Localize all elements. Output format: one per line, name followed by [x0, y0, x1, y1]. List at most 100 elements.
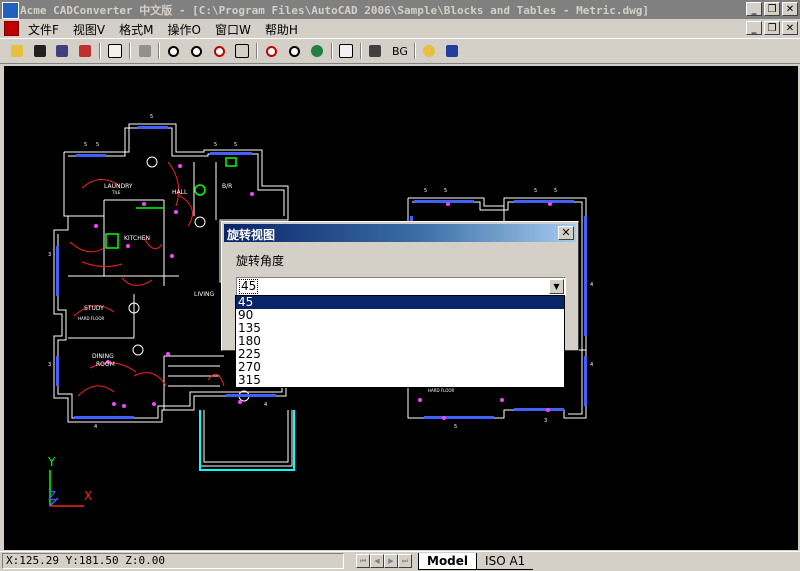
window-title: Acme CADConverter 中文版 - [C:\Program File… [20, 4, 650, 17]
bg-label: BG [392, 44, 408, 58]
label-tile: TILE [111, 190, 121, 195]
folder-open-icon [11, 45, 23, 57]
layers-button[interactable] [337, 42, 355, 60]
toolbar-separator [414, 43, 416, 59]
layout-tabs: Model ISO A1 [418, 553, 534, 570]
close-button[interactable]: ✕ [782, 2, 798, 16]
zoom-window-button[interactable] [210, 42, 228, 60]
view-3d-button[interactable] [308, 42, 326, 60]
menu-window[interactable]: 窗口W [213, 21, 253, 38]
next-layout-button[interactable]: ▶ [384, 554, 398, 568]
menu-bar: 文件F 视图V 格式M 操作O 窗口W 帮助H _ ❐ ✕ [0, 19, 800, 38]
svg-text:5: 5 [234, 142, 237, 148]
axis-z-label: Z [48, 489, 56, 503]
dialog-close-button[interactable]: ✕ [558, 226, 574, 240]
menu-operate[interactable]: 操作O [165, 21, 202, 38]
zoom-extents-button[interactable] [262, 42, 280, 60]
save-icon [34, 45, 46, 57]
toolbar: BG [0, 38, 800, 64]
first-layout-button[interactable]: ⏮ [356, 554, 370, 568]
svg-text:4: 4 [264, 402, 267, 408]
svg-text:5: 5 [554, 188, 557, 194]
menu-help[interactable]: 帮助H [263, 21, 300, 38]
doc-close-button[interactable]: ✕ [782, 21, 798, 35]
help-button[interactable] [443, 42, 461, 60]
menu-view[interactable]: 视图V [71, 21, 107, 38]
svg-text:5: 5 [444, 188, 447, 194]
angle-option-315[interactable]: 315 [236, 374, 564, 387]
toolbar-separator [129, 43, 131, 59]
angle-option-180[interactable]: 180 [236, 335, 564, 348]
eye-icon [311, 45, 323, 57]
angle-dropdown-list: 45 90 135 180 225 270 315 [235, 295, 565, 388]
properties-button[interactable] [366, 42, 384, 60]
batch-convert-button[interactable] [76, 42, 94, 60]
toolbar-separator [360, 43, 362, 59]
minimize-button[interactable]: _ [746, 2, 762, 16]
doc-minimize-button[interactable]: _ [746, 21, 762, 35]
label-dining: DINING [92, 353, 114, 360]
angle-option-270[interactable]: 270 [236, 361, 564, 374]
tab-model[interactable]: Model [418, 553, 478, 570]
document-icon[interactable] [4, 21, 19, 36]
menu-file[interactable]: 文件F [26, 21, 61, 38]
zoom-out-button[interactable] [164, 42, 182, 60]
menu-format[interactable]: 格式M [117, 21, 155, 38]
zoom-in-button[interactable] [187, 42, 205, 60]
svg-text:5: 5 [534, 188, 537, 194]
label-hard-floor: HARD FLOOR [78, 316, 105, 321]
layers-icon [339, 44, 353, 58]
print-button[interactable] [136, 42, 154, 60]
background-button[interactable]: BG [389, 42, 411, 60]
open-button[interactable] [8, 42, 26, 60]
status-bar: X:125.29 Y:181.50 Z:0.00 ⏮ ◀ ▶ ⏭ Model I… [0, 551, 800, 571]
toolbar-separator [158, 43, 160, 59]
prev-layout-button[interactable]: ◀ [370, 554, 384, 568]
label-kitchen: KITCHEN [124, 235, 150, 242]
svg-text:4: 4 [94, 424, 97, 430]
angle-option-135[interactable]: 135 [236, 322, 564, 335]
zoom-realtime-icon [288, 45, 300, 57]
angle-option-90[interactable]: 90 [236, 309, 564, 322]
hand-pan-icon [235, 44, 249, 58]
label-study: STUDY [84, 305, 104, 312]
svg-text:4: 4 [590, 282, 593, 288]
properties-icon [369, 45, 381, 57]
copy-button[interactable] [106, 42, 124, 60]
zoom-out-icon [167, 45, 179, 57]
toolbar-separator [256, 43, 258, 59]
rotate-angle-combo[interactable]: 45 ▼ [236, 277, 566, 296]
angle-option-45[interactable]: 45 [236, 296, 564, 309]
save-as-button[interactable] [53, 42, 71, 60]
pan-button[interactable] [233, 42, 251, 60]
svg-text:5: 5 [454, 424, 457, 430]
zoom-extents-icon [265, 45, 277, 57]
label-hard-floor-right: HARD FLOOR [428, 388, 455, 393]
doc-restore-button[interactable]: ❐ [764, 21, 780, 35]
balcony-lines [199, 410, 295, 471]
label-laundry: LAUNDRY [104, 183, 133, 190]
restore-button[interactable]: ❐ [764, 2, 780, 16]
axis-y-label: Y [47, 455, 56, 469]
zoom-in-icon [190, 45, 202, 57]
svg-text:5: 5 [84, 142, 87, 148]
zoom-realtime-button[interactable] [285, 42, 303, 60]
layout-nav: ⏮ ◀ ▶ ⏭ [356, 554, 412, 568]
toolbar-separator [99, 43, 101, 59]
label-living: LIVING [194, 291, 214, 298]
tab-iso-a1[interactable]: ISO A1 [477, 553, 534, 570]
chevron-down-icon[interactable]: ▼ [549, 279, 564, 294]
angle-option-225[interactable]: 225 [236, 348, 564, 361]
wiring-lines [69, 161, 225, 397]
label-room: ROOM [96, 361, 115, 368]
svg-text:5: 5 [150, 114, 153, 120]
svg-text:4: 4 [590, 362, 593, 368]
save-button[interactable] [31, 42, 49, 60]
svg-text:3: 3 [544, 418, 547, 424]
app-icon[interactable] [2, 2, 19, 19]
ucs-axes: Y Z X [47, 455, 92, 507]
svg-text:5: 5 [424, 188, 427, 194]
about-button[interactable] [420, 42, 438, 60]
last-layout-button[interactable]: ⏭ [398, 554, 412, 568]
label-br: B/R [222, 183, 232, 190]
